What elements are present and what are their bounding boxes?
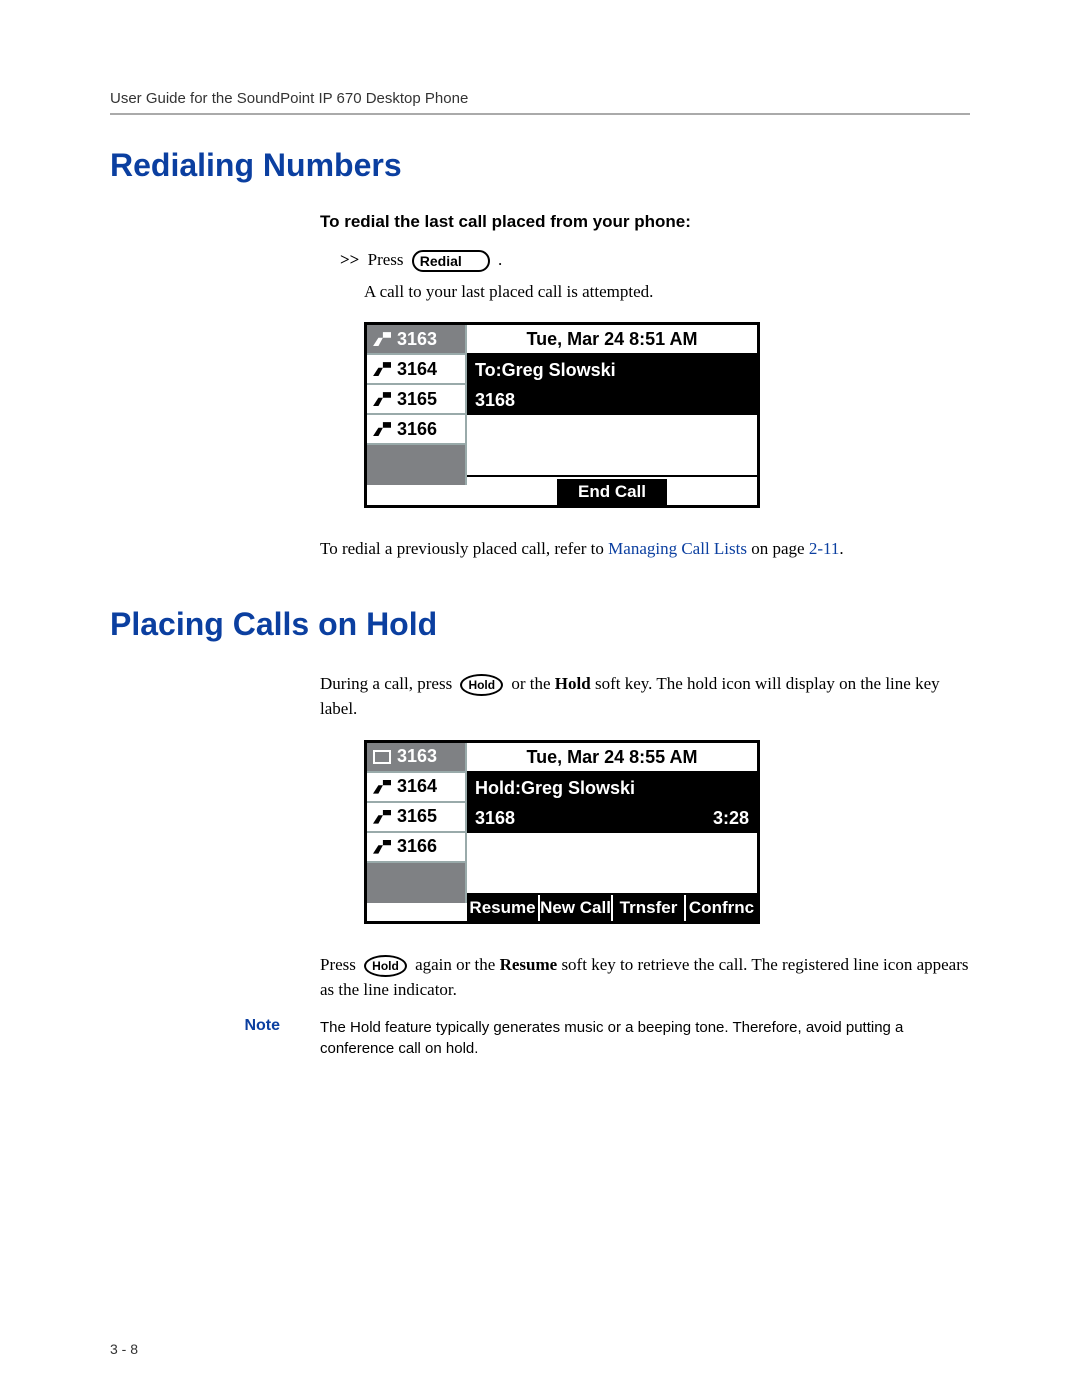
phone-screen-redial: 3163 3164 3165 3166 Tue, Mar 24 8:51 AM … [364,322,760,508]
screen-datetime: Tue, Mar 24 8:51 AM [467,325,757,355]
hold-para-2: Press Hold again or the Resume soft key … [320,952,970,1003]
hold-icon [373,750,391,764]
screen-dialed-number: 3168 [475,388,515,412]
softkey-conference: Confrnc [686,895,757,921]
line-key: 3163 [397,329,437,350]
softkey-resume: Resume [467,895,540,921]
line-key: 3164 [397,776,437,797]
phone-icon [373,422,391,436]
screen-to-line: To:Greg Slowski [475,358,616,382]
page-header: User Guide for the SoundPoint IP 670 Des… [110,90,970,115]
redial-result: A call to your last placed call is attem… [364,282,970,302]
softkey-transfer: Trnsfer [613,895,686,921]
phone-icon [373,810,391,824]
step-marker: >> [340,250,359,269]
note-label: Note [110,1017,320,1061]
page-reference[interactable]: 2-11 [809,539,840,558]
line-key: 3165 [397,389,437,410]
softkey-new-call: New Call [540,895,613,921]
line-key: 3164 [397,359,437,380]
phone-icon [373,780,391,794]
screen-datetime: Tue, Mar 24 8:55 AM [467,743,757,773]
line-key: 3166 [397,836,437,857]
note-text: The Hold feature typically generates mus… [320,1017,970,1061]
screen-held-number: 3168 [475,806,515,830]
hold-key-icon: Hold [460,674,503,696]
phone-icon [373,392,391,406]
phone-icon [373,362,391,376]
redial-key-icon: Redial [412,250,490,272]
screen-hold-line: Hold:Greg Slowski [475,776,635,800]
hold-key-icon: Hold [364,955,407,977]
section-hold: Placing Calls on Hold [110,606,970,643]
arrow-icon [373,332,391,346]
phone-icon [373,840,391,854]
line-key: 3166 [397,419,437,440]
line-key: 3163 [397,746,437,767]
link-managing-call-lists[interactable]: Managing Call Lists [608,539,747,558]
section-redialing: Redialing Numbers [110,147,970,184]
redial-reference: To redial a previously placed call, refe… [320,536,970,562]
procedure-heading: To redial the last call placed from your… [320,212,970,232]
hold-para-1: During a call, press Hold or the Hold so… [320,671,970,722]
press-label: Press [368,250,404,269]
page-number: 3 - 8 [110,1341,138,1357]
phone-screen-hold: 3163 3164 3165 3166 Tue, Mar 24 8:55 AM … [364,740,760,924]
period: . [498,250,502,269]
line-key: 3165 [397,806,437,827]
softkey-end-call: End Call [555,477,669,505]
screen-call-duration: 3:28 [713,806,749,830]
